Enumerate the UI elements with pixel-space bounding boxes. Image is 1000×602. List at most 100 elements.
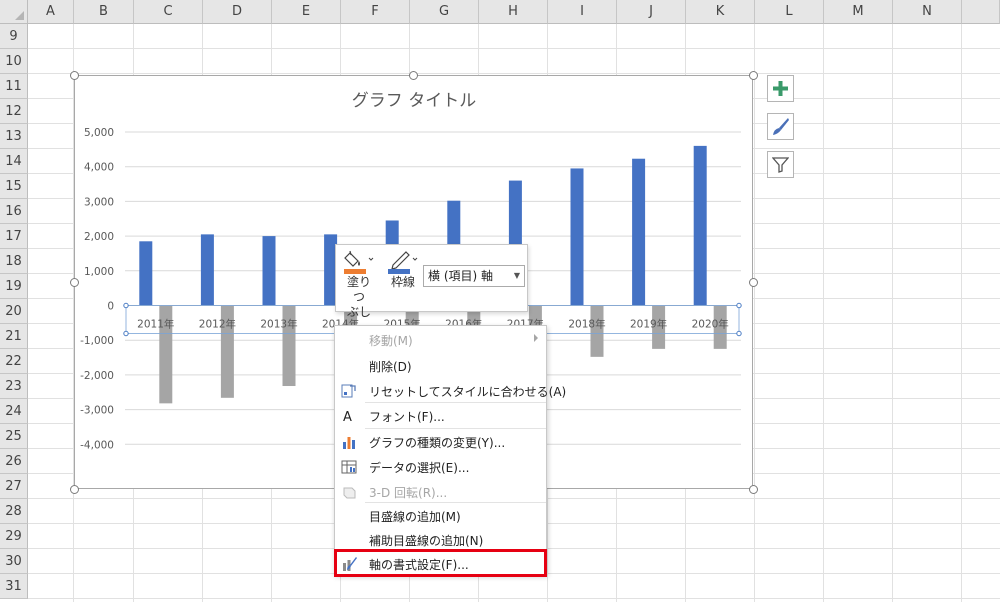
column-header-f[interactable]: F [341, 0, 410, 24]
column-header-e[interactable]: E [272, 0, 341, 24]
menu-item-label: リセットしてスタイルに合わせる(A) [369, 385, 567, 399]
menu-item-add-major-gridlines[interactable]: 目盛線の追加(M) [335, 504, 546, 528]
grid-column-line [823, 24, 824, 602]
y-tick-label: 5,000 [84, 127, 114, 139]
menu-item-label: グラフの種類の変更(Y)... [369, 436, 506, 450]
fill-label-line2: ぶし [346, 305, 371, 319]
row-header-19[interactable]: 19 [0, 274, 28, 299]
y-tick-label: 3,000 [84, 196, 114, 208]
row-header-18[interactable]: 18 [0, 249, 28, 274]
chart-resize-handle-tr[interactable] [749, 71, 758, 80]
select-all-triangle-icon [15, 11, 24, 20]
fill-button[interactable]: 塗りつ ぶし [342, 249, 376, 320]
column-header-k[interactable]: K [686, 0, 755, 24]
x-tick-label: 2018年 [568, 318, 605, 331]
menu-item-label: 目盛線の追加(M) [369, 510, 461, 524]
pen-outline-icon [388, 251, 418, 274]
menu-item-font[interactable]: A フォント(F)... [335, 404, 546, 428]
row-header-31[interactable]: 31 [0, 574, 28, 599]
x-tick-label: 2011年 [137, 318, 174, 331]
menu-item-label: 3-D 回転(R)... [369, 486, 448, 500]
chart-resize-handle-l[interactable] [70, 278, 79, 287]
row-header-14[interactable]: 14 [0, 149, 28, 174]
menu-item-label: 補助目盛線の追加(N) [369, 534, 484, 548]
chart-resize-handle-t[interactable] [409, 71, 418, 80]
bar-series1-2018年 [570, 168, 584, 306]
row-header-9[interactable]: 9 [0, 24, 28, 49]
x-tick-label: 2020年 [692, 318, 729, 331]
y-tick-label: -4,000 [80, 439, 114, 451]
x-axis-selection-handle [736, 302, 742, 309]
chart-resize-handle-bl[interactable] [70, 485, 79, 494]
column-header-a[interactable]: A [28, 0, 74, 24]
grid-column-line [892, 24, 893, 602]
row-header-28[interactable]: 28 [0, 499, 28, 524]
paint-bucket-icon [344, 250, 374, 274]
menu-item-3d-rotation: 3-D 回転(R)... [335, 480, 546, 504]
row-header-13[interactable]: 13 [0, 124, 28, 149]
menu-item-reset-style[interactable]: リセットしてスタイルに合わせる(A) [335, 379, 566, 403]
fill-label-line1: 塗りつ [346, 275, 371, 304]
row-header-15[interactable]: 15 [0, 174, 28, 199]
menu-item-delete[interactable]: 削除(D) [335, 354, 546, 378]
column-header-m[interactable]: M [824, 0, 893, 24]
row-header-29[interactable]: 29 [0, 524, 28, 549]
context-menu: 移動(M) 削除(D) リセットしてスタイルに合わせる(A) A フォント(F)... グ… [334, 325, 566, 575]
column-header-n[interactable]: N [893, 0, 962, 24]
grid-row-line [28, 73, 1000, 74]
svg-text:A: A [343, 410, 352, 424]
row-header-21[interactable]: 21 [0, 324, 28, 349]
column-header-overflow[interactable] [962, 0, 1000, 24]
menu-item-select-data[interactable]: データの選択(E)... [335, 455, 546, 479]
column-header-g[interactable]: G [410, 0, 479, 24]
row-header-24[interactable]: 24 [0, 399, 28, 424]
chart-resize-handle-r[interactable] [749, 278, 758, 287]
row-header-10[interactable]: 10 [0, 49, 28, 74]
bar-series1-2012年 [200, 234, 214, 306]
chart-filter-button[interactable] [767, 151, 794, 178]
outline-button[interactable]: 枠線 [386, 249, 420, 290]
row-header-20[interactable]: 20 [0, 299, 28, 324]
column-header-j[interactable]: J [617, 0, 686, 24]
chart-styles-button[interactable] [767, 113, 794, 140]
row-header-16[interactable]: 16 [0, 199, 28, 224]
row-header-26[interactable]: 26 [0, 449, 28, 474]
row-header-25[interactable]: 25 [0, 424, 28, 449]
font-icon: A [343, 410, 352, 424]
column-header-b[interactable]: B [74, 0, 134, 24]
row-header-23[interactable]: 23 [0, 374, 28, 399]
chart-filter-icon [772, 157, 789, 173]
bar-series1-2019年 [632, 158, 646, 306]
y-tick-label: 1,000 [84, 266, 114, 278]
x-tick-label: 2019年 [630, 318, 667, 331]
column-header-l[interactable]: L [755, 0, 824, 24]
chart-resize-handle-br[interactable] [749, 485, 758, 494]
chevron-down-icon: ▼ [513, 271, 520, 280]
chart-resize-handle-tl[interactable] [70, 71, 79, 80]
chart-styles-icon [773, 118, 789, 135]
bar-series1-2013年 [262, 236, 276, 306]
row-header-11[interactable]: 11 [0, 74, 28, 99]
select-all-corner[interactable] [0, 0, 28, 24]
3d-rotation-icon [343, 487, 356, 499]
column-header-d[interactable]: D [203, 0, 272, 24]
column-header-c[interactable]: C [134, 0, 203, 24]
column-header-i[interactable]: I [548, 0, 617, 24]
row-header-12[interactable]: 12 [0, 99, 28, 124]
outline-label: 枠線 [390, 275, 415, 289]
row-header-17[interactable]: 17 [0, 224, 28, 249]
menu-item-label: 削除(D) [369, 360, 412, 374]
grid-row-line [28, 48, 1000, 49]
row-header-27[interactable]: 27 [0, 474, 28, 499]
y-tick-label: 4,000 [84, 162, 114, 174]
row-header-30[interactable]: 30 [0, 549, 28, 574]
bar-series1-2020年 [693, 145, 707, 306]
y-tick-label: 2,000 [84, 231, 114, 243]
bar-series1-2011年 [139, 241, 153, 306]
y-tick-label: 0 [107, 301, 114, 313]
menu-item-change-chart-type[interactable]: グラフの種類の変更(Y)... [335, 430, 546, 454]
chart-element-select[interactable]: 横 (項目) 軸 ▼ [423, 265, 525, 287]
column-header-h[interactable]: H [479, 0, 548, 24]
chart-elements-button[interactable] [767, 75, 794, 102]
row-header-22[interactable]: 22 [0, 349, 28, 374]
